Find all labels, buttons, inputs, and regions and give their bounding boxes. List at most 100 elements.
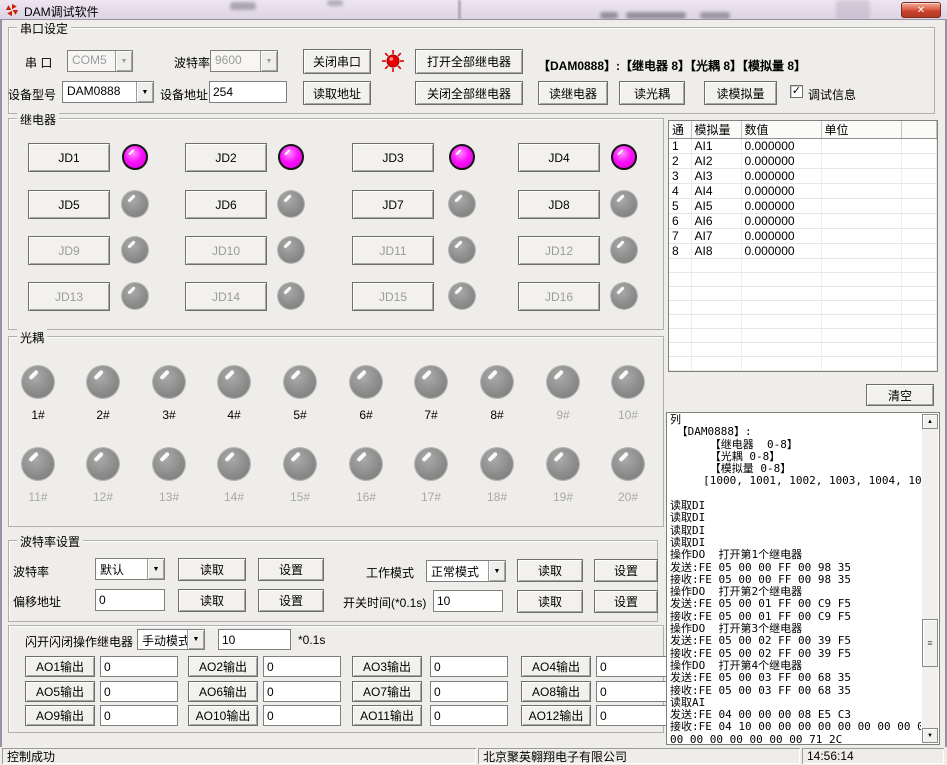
close-icon[interactable]: ✕ (901, 2, 941, 18)
scroll-down-icon[interactable]: ▼ (922, 728, 938, 743)
ao9-value-input[interactable] (100, 705, 178, 726)
flash-mode-select[interactable]: 手动模式 ▼ (137, 629, 205, 650)
relay-button-jd6[interactable]: JD6 (185, 190, 267, 219)
ao2-value-input[interactable] (263, 656, 341, 677)
opto-led (481, 366, 513, 398)
ao1-output-button[interactable]: AO1输出 (25, 656, 95, 677)
ao6-output-button[interactable]: AO6输出 (188, 681, 258, 702)
opto-led (284, 448, 316, 480)
opto-led (218, 366, 250, 398)
relay-button-jd7[interactable]: JD7 (352, 190, 434, 219)
ao4-value-input[interactable] (596, 656, 667, 677)
work-mode-label: 工作模式 (366, 564, 414, 581)
open-all-relays-button[interactable]: 打开全部继电器 (415, 49, 523, 74)
relay-button-jd12[interactable]: JD12 (518, 236, 600, 265)
work-mode-select[interactable]: 正常模式 ▼ (426, 560, 506, 582)
relay-button-jd9[interactable]: JD9 (28, 236, 110, 265)
clear-log-button[interactable]: 清空 (866, 384, 934, 406)
chevron-down-icon: ▼ (187, 630, 204, 649)
relay-button-jd1[interactable]: JD1 (28, 143, 110, 172)
relay-button-jd4[interactable]: JD4 (518, 143, 600, 172)
relay-button-jd10[interactable]: JD10 (185, 236, 267, 265)
offset-set-button[interactable]: 设置 (258, 589, 324, 612)
relay-button-jd14[interactable]: JD14 (185, 282, 267, 311)
opto-led (612, 448, 644, 480)
opto-led (22, 448, 54, 480)
ao3-value-input[interactable] (430, 656, 508, 677)
read-analog-button[interactable]: 读模拟量 (704, 81, 777, 105)
ao7-value-input[interactable] (430, 681, 508, 702)
titlebar-artifact (458, 0, 461, 20)
log-panel[interactable]: 列 【DAM0888】: 【继电器 0-8】 【光耦 0-8】 【模拟量 0-8… (666, 412, 940, 745)
read-addr-button[interactable]: 读取地址 (303, 81, 371, 105)
relay-button-jd15[interactable]: JD15 (352, 282, 434, 311)
col-extra (901, 121, 937, 139)
baud-set-button[interactable]: 设置 (258, 558, 324, 581)
opto-group-title: 光耦 (17, 329, 47, 346)
flash-time-input[interactable] (218, 629, 291, 650)
offset-addr-label: 偏移地址 (13, 593, 61, 610)
switch-time-set-button[interactable]: 设置 (594, 590, 658, 613)
ao12-value-input[interactable] (596, 705, 667, 726)
ao11-output-button[interactable]: AO11输出 (352, 705, 422, 726)
table-row-empty (669, 371, 937, 373)
ao7-output-button[interactable]: AO7输出 (352, 681, 422, 702)
analog-table[interactable]: 通 模拟量 数值 单位 1AI10.000000 2AI20.000000 3A… (668, 120, 938, 372)
opto-led (350, 366, 382, 398)
ao2-output-button[interactable]: AO2输出 (188, 656, 258, 677)
table-row: 6AI60.000000 (669, 214, 937, 229)
switch-time-input[interactable] (433, 590, 503, 612)
offset-read-button[interactable]: 读取 (178, 589, 246, 612)
addr-input[interactable] (209, 81, 287, 103)
opto-label: 3# (149, 408, 189, 422)
device-info-label: 【DAM0888】:【继电器 8】【光耦 8】【模拟量 8】 (538, 57, 806, 74)
ao9-output-button[interactable]: AO9输出 (25, 705, 95, 726)
ao11-value-input[interactable] (430, 705, 508, 726)
scroll-up-icon[interactable]: ▲ (922, 414, 938, 429)
read-relay-button[interactable]: 读继电器 (538, 81, 608, 105)
ao5-output-button[interactable]: AO5输出 (25, 681, 95, 702)
ao1-value-input[interactable] (100, 656, 178, 677)
relay-button-jd3[interactable]: JD3 (352, 143, 434, 172)
opto-label: 20# (608, 490, 648, 504)
relay-button-jd2[interactable]: JD2 (185, 143, 267, 172)
debug-info-checkbox[interactable]: ✓ (790, 85, 803, 98)
switch-time-read-button[interactable]: 读取 (517, 590, 583, 613)
opto-label: 11# (18, 490, 58, 504)
col-channel: 通 (669, 121, 691, 139)
ao12-output-button[interactable]: AO12输出 (521, 705, 591, 726)
work-mode-set-button[interactable]: 设置 (594, 559, 658, 582)
ao3-output-button[interactable]: AO3输出 (352, 656, 422, 677)
model-select[interactable]: DAM0888 ▼ (62, 81, 154, 103)
relay-button-jd13[interactable]: JD13 (28, 282, 110, 311)
relay-button-jd8[interactable]: JD8 (518, 190, 600, 219)
close-all-relays-button[interactable]: 关闭全部继电器 (415, 81, 523, 105)
relay-button-jd16[interactable]: JD16 (518, 282, 600, 311)
relay-button-jd5[interactable]: JD5 (28, 190, 110, 219)
offset-addr-input[interactable] (95, 589, 165, 611)
relay-button-jd11[interactable]: JD11 (352, 236, 434, 265)
ao8-value-input[interactable] (596, 681, 667, 702)
ao5-value-input[interactable] (100, 681, 178, 702)
baudrate-select[interactable]: 默认 ▼ (95, 558, 165, 580)
flash-mode-value: 手动模式 (138, 630, 187, 649)
table-row-empty (669, 259, 937, 273)
ao10-value-input[interactable] (263, 705, 341, 726)
relay-led (449, 283, 475, 309)
opto-led (87, 448, 119, 480)
read-opto-button[interactable]: 读光耦 (619, 81, 685, 105)
ao10-output-button[interactable]: AO10输出 (188, 705, 258, 726)
ao6-value-input[interactable] (263, 681, 341, 702)
close-serial-button[interactable]: 关闭串口 (303, 49, 371, 74)
log-scrollbar[interactable]: ▲ ≡ ▼ (922, 414, 938, 743)
port-select: COM5 ▼ (67, 50, 133, 72)
scrollbar-thumb[interactable]: ≡ (922, 619, 938, 667)
opto-led (415, 448, 447, 480)
work-mode-read-button[interactable]: 读取 (517, 559, 583, 582)
baud-read-button[interactable]: 读取 (178, 558, 246, 581)
ao8-output-button[interactable]: AO8输出 (521, 681, 591, 702)
ao4-output-button[interactable]: AO4输出 (521, 656, 591, 677)
opto-label: 19# (543, 490, 583, 504)
opto-label: 14# (214, 490, 254, 504)
relay-led (611, 237, 637, 263)
